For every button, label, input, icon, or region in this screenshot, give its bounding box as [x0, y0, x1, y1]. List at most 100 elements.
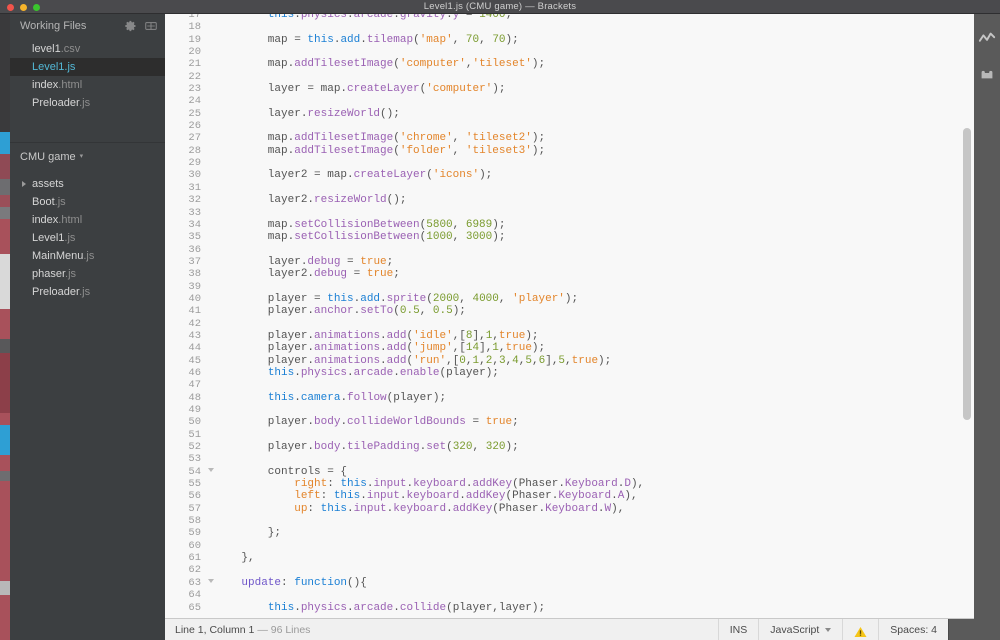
- working-file-item[interactable]: Preloader.js: [10, 94, 165, 112]
- insert-mode-toggle[interactable]: INS: [717, 618, 759, 640]
- code-token: setCollisionBetween: [294, 231, 420, 244]
- code-token: anchor: [314, 305, 354, 318]
- chevron-right-icon[interactable]: [22, 181, 26, 187]
- code-token: ),: [630, 478, 645, 491]
- code-editor[interactable]: 17 this.physics.arcade.gravity.y = 1400;…: [165, 14, 974, 618]
- code-line-text: [207, 157, 974, 169]
- code-line-text: [207, 540, 974, 552]
- code-token: );: [492, 83, 506, 96]
- code-line-text: player.animations.add('jump',[14],1,true…: [207, 342, 974, 354]
- code-token: (: [393, 144, 400, 157]
- code-token: .: [380, 354, 387, 367]
- code-token: animations: [314, 342, 381, 355]
- tree-item-ext: .js: [65, 268, 77, 280]
- warning-triangle-icon[interactable]: [854, 624, 867, 637]
- code-token: debug: [307, 255, 341, 268]
- line-number: 19: [188, 33, 201, 46]
- code-line: 43 player.animations.add('idle',[8],1,tr…: [165, 330, 974, 342]
- code-token: arcade: [353, 601, 394, 614]
- code-line: 19 map = this.add.tilemap('map', 70, 70)…: [165, 34, 974, 46]
- tree-item-ext: .html: [58, 214, 83, 226]
- code-token: setTo: [360, 305, 394, 318]
- code-token: true: [505, 342, 532, 355]
- code-line-text: up: this.input.keyboard.addKey(Phaser.Ke…: [207, 503, 974, 515]
- code-token: ;: [393, 268, 400, 281]
- code-token: update: [241, 576, 282, 589]
- editor-vertical-scrollbar[interactable]: [963, 128, 971, 420]
- code-token: .: [380, 342, 387, 355]
- code-line-text: [207, 515, 974, 527]
- code-fold-triangle-icon[interactable]: [208, 467, 214, 472]
- code-token: add: [360, 292, 381, 305]
- code-line: 24: [165, 95, 974, 107]
- working-file-item[interactable]: level1.csv: [10, 40, 165, 58]
- code-token: );: [505, 441, 519, 454]
- code-token: ,: [472, 441, 486, 454]
- code-line: 29: [165, 157, 974, 169]
- bg-strip-n: [0, 481, 10, 581]
- split-view-icon[interactable]: [145, 20, 157, 32]
- code-token: );: [492, 218, 506, 231]
- code-token: ),: [611, 502, 625, 515]
- code-token: add: [386, 342, 407, 355]
- code-token: .: [446, 502, 453, 515]
- code-line-text: player.animations.add('idle',[8],1,true)…: [207, 330, 974, 342]
- chevron-down-icon[interactable]: [825, 627, 832, 632]
- code-token: ;: [505, 14, 513, 21]
- language-selector[interactable]: JavaScript: [758, 618, 842, 640]
- code-token: resizeWorld: [307, 107, 381, 120]
- code-token: (: [393, 305, 400, 318]
- code-token: ,: [498, 342, 506, 355]
- tree-item[interactable]: phaser.js: [10, 265, 165, 283]
- code-line-text: map.setCollisionBetween(5800, 6989);: [207, 219, 974, 231]
- code-token: ;: [386, 255, 394, 268]
- line-number: 57: [188, 502, 201, 515]
- indent-setting[interactable]: Spaces: 4: [878, 618, 948, 640]
- line-number: 52: [188, 441, 201, 454]
- line-number: 18: [188, 21, 201, 34]
- code-token: 'computer': [399, 58, 466, 71]
- line-number: 51: [188, 428, 201, 441]
- gear-icon[interactable]: [125, 20, 137, 32]
- line-number: 32: [188, 194, 201, 207]
- code-line: 54 controls = {: [165, 466, 974, 478]
- tree-item[interactable]: Preloader.js: [10, 283, 165, 301]
- working-file-item[interactable]: index.html: [10, 76, 165, 94]
- project-header[interactable]: CMU game ▾: [10, 143, 165, 171]
- code-token: camera: [300, 391, 341, 404]
- code-token: map =: [215, 33, 308, 46]
- lint-status[interactable]: [842, 618, 878, 640]
- tree-item-assets[interactable]: assets: [10, 175, 165, 193]
- line-number: 23: [188, 83, 201, 96]
- working-file-item-selected[interactable]: Level1.js: [10, 58, 165, 76]
- code-token: .: [380, 329, 387, 342]
- code-token: :: [307, 502, 321, 515]
- code-line: 38 layer2.debug = true;: [165, 268, 974, 280]
- line-number: 64: [188, 589, 201, 602]
- tree-item-name: assets: [32, 178, 64, 190]
- code-token: keyboard: [406, 490, 460, 503]
- sidebar: Working Files level1.csv Level1.js index…: [10, 14, 165, 640]
- live-preview-icon[interactable]: [978, 30, 996, 48]
- code-line-text: [207, 589, 974, 601]
- code-line-text: [207, 120, 974, 132]
- code-line: 21 map.addTilesetImage('computer','tiles…: [165, 58, 974, 70]
- tree-item[interactable]: Level1.js: [10, 229, 165, 247]
- tree-item[interactable]: MainMenu.js: [10, 247, 165, 265]
- code-token: (){: [347, 576, 367, 589]
- code-fold-triangle-icon[interactable]: [208, 578, 214, 583]
- code-token: 5800: [426, 218, 453, 231]
- code-token: addTilesetImage: [294, 58, 394, 71]
- code-token: .: [360, 33, 367, 46]
- status-bar-right-pad: [948, 618, 974, 640]
- tree-item[interactable]: index.html: [10, 211, 165, 229]
- code-line: 41 player.anchor.setTo(0.5, 0.5);: [165, 305, 974, 317]
- tree-item[interactable]: Boot.js: [10, 193, 165, 211]
- code-token: );: [531, 132, 546, 145]
- code-line-text: layer.resizeWorld();: [207, 108, 974, 120]
- code-token: ),: [624, 490, 638, 503]
- code-line-text: [207, 95, 974, 107]
- window-title: Level1.js (CMU game) — Brackets: [423, 1, 577, 12]
- chevron-down-icon[interactable]: ▾: [80, 143, 84, 171]
- extension-manager-icon[interactable]: [978, 64, 996, 82]
